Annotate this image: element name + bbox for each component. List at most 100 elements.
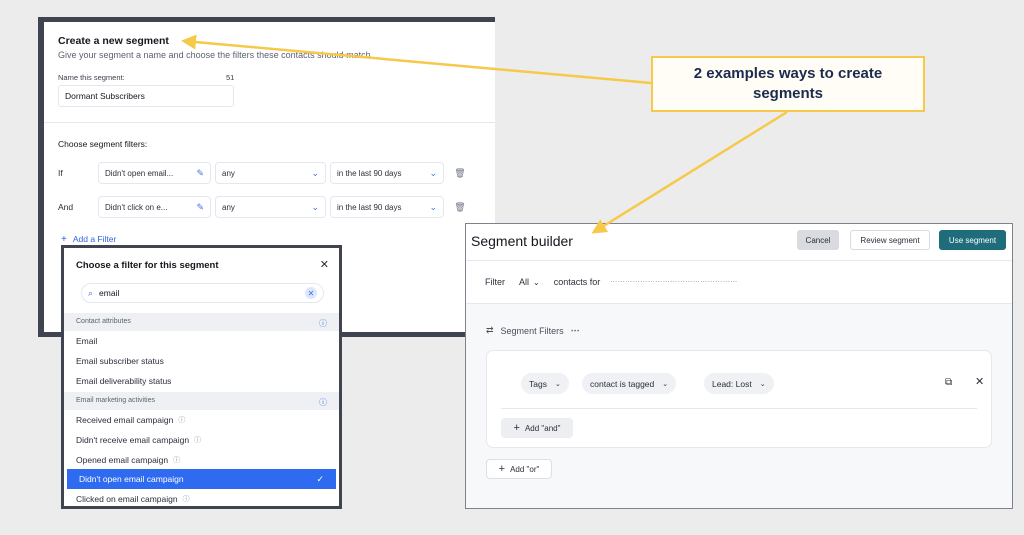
- filter-option[interactable]: Opened email campaign ⓘ: [64, 451, 339, 469]
- segment-builder-screenshot: Segment builder Cancel Review segment Us…: [465, 223, 1013, 509]
- filter-option[interactable]: Clicked on email campaign ⓘ: [64, 490, 339, 506]
- redacted-identifier: ⋯⋯⋯⋯⋯⋯⋯⋯⋯⋯⋯⋯⋯⋯⋯⋯⋯: [610, 279, 738, 286]
- contacts-for-label: contacts for: [553, 277, 601, 287]
- filter-group: Tags ⌄ contact is tagged ⌄ Lead: Lost ⌄ ⧉ ✕…: [486, 350, 992, 448]
- filter-row-label-if: If: [58, 168, 63, 178]
- divider: [44, 122, 495, 123]
- add-filter-label: Add a Filter: [72, 234, 117, 244]
- filter-option-label: Email deliverability status: [76, 376, 172, 386]
- callout-text: 2 examples ways to create segments: [693, 65, 883, 102]
- chevron-down-icon: ⌄: [662, 380, 669, 388]
- filter-swap-icon: ⇄: [486, 325, 494, 335]
- condition-operator-pill[interactable]: contact is tagged ⌄: [582, 373, 677, 394]
- trash-icon[interactable]: 🗑: [452, 199, 468, 215]
- clear-search-icon[interactable]: ✕: [305, 287, 317, 299]
- plus-icon: +: [513, 422, 520, 434]
- filter-label: Filter: [485, 277, 505, 287]
- checkmark-icon: ✓: [316, 473, 324, 484]
- chevron-down-icon[interactable]: ⌄: [533, 278, 540, 287]
- segment-filters-header: ⇄ Segment Filters ⋯: [486, 325, 580, 336]
- chevron-down-icon: ⌄: [429, 167, 437, 178]
- condition-field-pill[interactable]: Tags ⌄: [521, 373, 569, 394]
- filter-period-select[interactable]: in the last 90 days ⌄: [330, 196, 444, 218]
- filter-operator-select[interactable]: any ⌄: [215, 196, 326, 218]
- filter-row-label-and: And: [58, 202, 74, 212]
- filter-option-selected[interactable]: Didn't open email campaign ✓: [67, 469, 336, 489]
- search-icon: ⌕: [88, 287, 94, 298]
- filter-operator-value: any: [222, 168, 235, 178]
- filter-condition-row: Tags ⌄ contact is tagged ⌄ Lead: Lost ⌄ ⧉ ✕: [501, 362, 984, 409]
- section-header: Email marketing activities ⓘ: [64, 392, 339, 410]
- filter-option-label: Opened email campaign: [76, 455, 169, 465]
- section-label: Contact attributes: [76, 318, 131, 325]
- filter-option[interactable]: Received email campaign ⓘ: [64, 411, 339, 429]
- info-icon[interactable]: ⓘ: [319, 318, 327, 328]
- info-icon: ⓘ: [182, 496, 190, 503]
- filter-option-label: Email: [76, 336, 98, 346]
- add-or-button[interactable]: + Add "or": [486, 459, 552, 479]
- add-and-button[interactable]: + Add "and": [501, 418, 573, 438]
- filter-option-label: Email subscriber status: [76, 356, 164, 366]
- filter-field-value: Didn't click on e...: [105, 202, 168, 212]
- pill-label: Tags: [529, 378, 547, 389]
- filter-field-value: Didn't open email...: [105, 168, 174, 178]
- filter-field-select[interactable]: Didn't click on e... ✎: [98, 196, 211, 218]
- info-icon: ⓘ: [173, 457, 181, 464]
- segment-builder-body: ⇄ Segment Filters ⋯ Tags ⌄ contact is tag…: [466, 304, 1012, 508]
- filter-option[interactable]: Didn't receive email campaign ⓘ: [64, 431, 339, 449]
- filter-period-select[interactable]: in the last 90 days ⌄: [330, 162, 444, 184]
- create-segment-title: Create a new segment: [58, 35, 169, 47]
- arrow-to-segment-builder: [591, 110, 788, 234]
- plus-icon: +: [61, 234, 67, 245]
- chevron-down-icon: ⌄: [759, 380, 766, 388]
- use-segment-button[interactable]: Use segment: [939, 230, 1006, 250]
- create-segment-subtitle: Give your segment a name and choose the …: [58, 50, 374, 60]
- chevron-down-icon: ⌄: [311, 167, 319, 178]
- section-header: Contact attributes ⓘ: [64, 313, 339, 331]
- cancel-button[interactable]: Cancel: [797, 230, 839, 250]
- segment-name-label: Name this segment:: [58, 73, 125, 82]
- filter-option-label: Received email campaign: [76, 415, 174, 425]
- segment-name-input[interactable]: [58, 85, 234, 107]
- trash-icon[interactable]: 🗑: [452, 165, 468, 181]
- add-and-label: Add "and": [524, 423, 561, 433]
- add-filter-button[interactable]: + Add a Filter: [61, 234, 116, 245]
- condition-value-pill[interactable]: Lead: Lost ⌄: [704, 373, 774, 394]
- filter-field-select[interactable]: Didn't open email... ✎: [98, 162, 211, 184]
- filter-period-value: in the last 90 days: [337, 202, 402, 212]
- close-icon[interactable]: ✕: [320, 258, 329, 271]
- filter-picker-panel: Choose a filter for this segment ✕ ⌕ ema…: [64, 248, 339, 506]
- pencil-icon[interactable]: ✎: [196, 202, 204, 213]
- filter-picker-title: Choose a filter for this segment: [76, 260, 219, 271]
- plus-icon: +: [498, 463, 506, 475]
- pencil-icon[interactable]: ✎: [196, 168, 204, 179]
- filter-option[interactable]: Email: [64, 332, 339, 350]
- section-label: Email marketing activities: [76, 397, 155, 404]
- add-or-label: Add "or": [510, 464, 540, 474]
- filter-operator-value: any: [222, 202, 235, 212]
- callout-box: 2 examples ways to create segments: [651, 56, 925, 112]
- segment-name-char-count: 51: [226, 73, 235, 82]
- info-icon: ⓘ: [194, 437, 202, 444]
- info-icon[interactable]: ⓘ: [319, 397, 327, 407]
- filter-scope-select[interactable]: All: [519, 277, 529, 287]
- filter-option[interactable]: Email subscriber status: [64, 352, 339, 370]
- duplicate-icon[interactable]: ⧉: [945, 377, 952, 388]
- close-icon[interactable]: ✕: [975, 375, 984, 388]
- filter-option-label: Didn't open email campaign: [79, 474, 184, 484]
- review-segment-button[interactable]: Review segment: [850, 230, 930, 250]
- chevron-down-icon: ⌄: [429, 201, 437, 212]
- segment-filters-label: Segment Filters: [500, 325, 564, 336]
- contact-filter-row: Filter All ⌄ contacts for ⋯⋯⋯⋯⋯⋯⋯⋯⋯⋯⋯⋯⋯⋯…: [466, 261, 1012, 303]
- segment-filters-label: Choose segment filters:: [58, 139, 148, 149]
- filter-period-value: in the last 90 days: [337, 168, 402, 178]
- filter-option-label: Didn't receive email campaign: [76, 435, 190, 445]
- filter-operator-select[interactable]: any ⌄: [215, 162, 326, 184]
- filter-option[interactable]: Email deliverability status: [64, 372, 339, 390]
- filter-picker-screenshot: Choose a filter for this segment ✕ ⌕ ema…: [61, 245, 342, 509]
- more-options-icon[interactable]: ⋯: [571, 325, 580, 336]
- filter-search-input[interactable]: ⌕ email ✕: [81, 283, 324, 303]
- filter-option-label: Clicked on email campaign: [76, 494, 178, 504]
- info-icon: ⓘ: [178, 417, 186, 424]
- segment-builder-title: Segment builder: [471, 233, 573, 249]
